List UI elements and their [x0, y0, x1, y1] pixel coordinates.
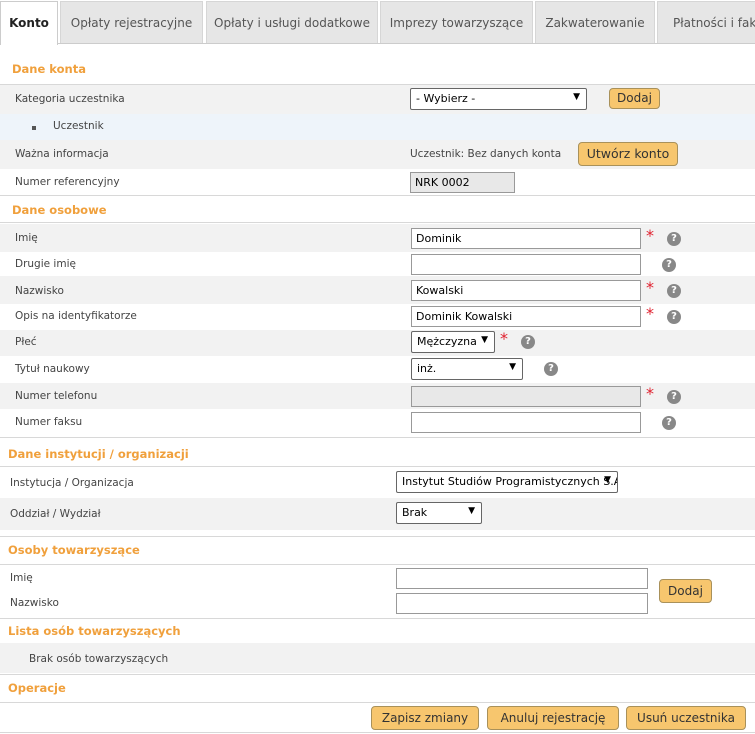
row-last-name [0, 276, 755, 304]
important-label: Ważna informacja [15, 148, 109, 160]
help-icon[interactable]: ? [667, 232, 681, 246]
department-label: Oddział / Wydział [10, 508, 101, 520]
tab-zakwaterowanie[interactable]: Zakwaterowanie [535, 1, 655, 43]
companion-last-name-field[interactable] [396, 593, 648, 614]
chevron-down-icon: ▼ [509, 362, 516, 372]
fax-label: Numer faksu [15, 416, 83, 428]
phone-field[interactable] [411, 386, 641, 407]
create-account-button[interactable]: Utwórz konto [578, 142, 678, 166]
help-icon[interactable]: ? [544, 362, 558, 376]
phone-label: Numer telefonu [15, 390, 98, 402]
gender-select-value: Mężczyzna [417, 335, 477, 348]
divider [0, 732, 755, 733]
required-icon: * [646, 226, 654, 245]
section-title-institution: Dane instytucji / organizacji [8, 447, 189, 461]
chevron-down-icon: ▼ [573, 92, 580, 102]
gender-select[interactable]: Mężczyzna ▼ [411, 331, 495, 353]
chevron-down-icon: ▼ [604, 475, 611, 485]
row-phone [0, 383, 755, 409]
help-icon[interactable]: ? [662, 416, 676, 430]
divider [0, 437, 755, 438]
add-category-button[interactable]: Dodaj [609, 88, 660, 109]
reference-field: NRK 0002 [410, 172, 515, 193]
middle-name-label: Drugie imię [15, 258, 76, 270]
divider [0, 466, 755, 467]
divider [0, 702, 755, 703]
divider [0, 222, 755, 223]
fax-field[interactable] [411, 412, 641, 433]
section-title-account: Dane konta [12, 62, 86, 76]
tab-imprezy-towarzyszace[interactable]: Imprezy towarzyszące [380, 1, 533, 43]
companion-first-name-label: Imię [10, 572, 33, 584]
department-select-value: Brak [402, 506, 428, 519]
row-department [0, 498, 755, 530]
delete-participant-button[interactable]: Usuń uczestnika [626, 706, 746, 730]
companion-last-name-label: Nazwisko [10, 597, 59, 609]
help-icon[interactable]: ? [667, 390, 681, 404]
row-first-name [0, 224, 755, 252]
divider [0, 564, 755, 565]
first-name-label: Imię [15, 232, 38, 244]
tab-bar: Konto Opłaty rejestracyjne Opłaty i usłu… [0, 0, 755, 45]
organization-label: Instytucja / Organizacja [10, 477, 134, 489]
required-icon: * [500, 329, 508, 348]
middle-name-field[interactable] [411, 254, 641, 275]
section-title-operations: Operacje [8, 681, 66, 695]
department-select[interactable]: Brak ▼ [396, 502, 482, 524]
last-name-label: Nazwisko [15, 285, 64, 297]
chevron-down-icon: ▼ [481, 335, 488, 345]
divider [0, 536, 755, 537]
degree-label: Tytuł naukowy [15, 363, 90, 375]
row-category-item [0, 114, 755, 140]
category-item: Uczestnik [53, 120, 104, 132]
category-select-value: - Wybierz - [416, 92, 476, 105]
row-gender [0, 330, 755, 356]
divider [0, 195, 755, 196]
gender-label: Płeć [15, 336, 37, 348]
category-label: Kategoria uczestnika [15, 93, 125, 105]
help-icon[interactable]: ? [662, 258, 676, 272]
degree-select[interactable]: inż. ▼ [411, 358, 523, 380]
section-title-companion-list: Lista osób towarzyszących [8, 624, 181, 638]
badge-label: Opis na identyfikatorze [15, 310, 137, 322]
chevron-down-icon: ▼ [468, 506, 475, 516]
bullet-icon [32, 126, 36, 130]
degree-select-value: inż. [417, 362, 437, 375]
tab-oplaty-rejestracyjne[interactable]: Opłaty rejestracyjne [60, 1, 203, 43]
section-title-companions: Osoby towarzyszące [8, 543, 140, 557]
category-select[interactable]: - Wybierz - ▼ [410, 88, 587, 110]
organization-select-value: Instytut Studiów Programistycznych S.A. [402, 475, 618, 488]
required-icon: * [646, 278, 654, 297]
save-changes-button[interactable]: Zapisz zmiany [371, 706, 479, 730]
help-icon[interactable]: ? [667, 284, 681, 298]
companion-first-name-field[interactable] [396, 568, 648, 589]
tab-oplaty-uslugi-dodatkowe[interactable]: Opłaty i usługi dodatkowe [206, 1, 378, 43]
tab-platnosci-faktury[interactable]: Płatności i faktury [657, 1, 755, 43]
help-icon[interactable]: ? [667, 310, 681, 324]
organization-select[interactable]: Instytut Studiów Programistycznych S.A. … [396, 471, 618, 493]
section-title-personal: Dane osobowe [12, 203, 107, 217]
divider [0, 674, 755, 675]
first-name-field[interactable]: Dominik [411, 228, 641, 249]
help-icon[interactable]: ? [521, 335, 535, 349]
companion-list-empty: Brak osób towarzyszących [29, 653, 169, 665]
important-value: Uczestnik: Bez danych konta [410, 148, 562, 160]
badge-field[interactable]: Dominik Kowalski [411, 306, 641, 327]
required-icon: * [646, 384, 654, 403]
reference-label: Numer referencyjny [15, 176, 120, 188]
required-icon: * [646, 304, 654, 323]
cancel-registration-button[interactable]: Anuluj rejestrację [487, 706, 619, 730]
divider [0, 618, 755, 619]
last-name-field[interactable]: Kowalski [411, 280, 641, 301]
tab-konto[interactable]: Konto [0, 1, 58, 45]
add-companion-button[interactable]: Dodaj [659, 579, 712, 603]
